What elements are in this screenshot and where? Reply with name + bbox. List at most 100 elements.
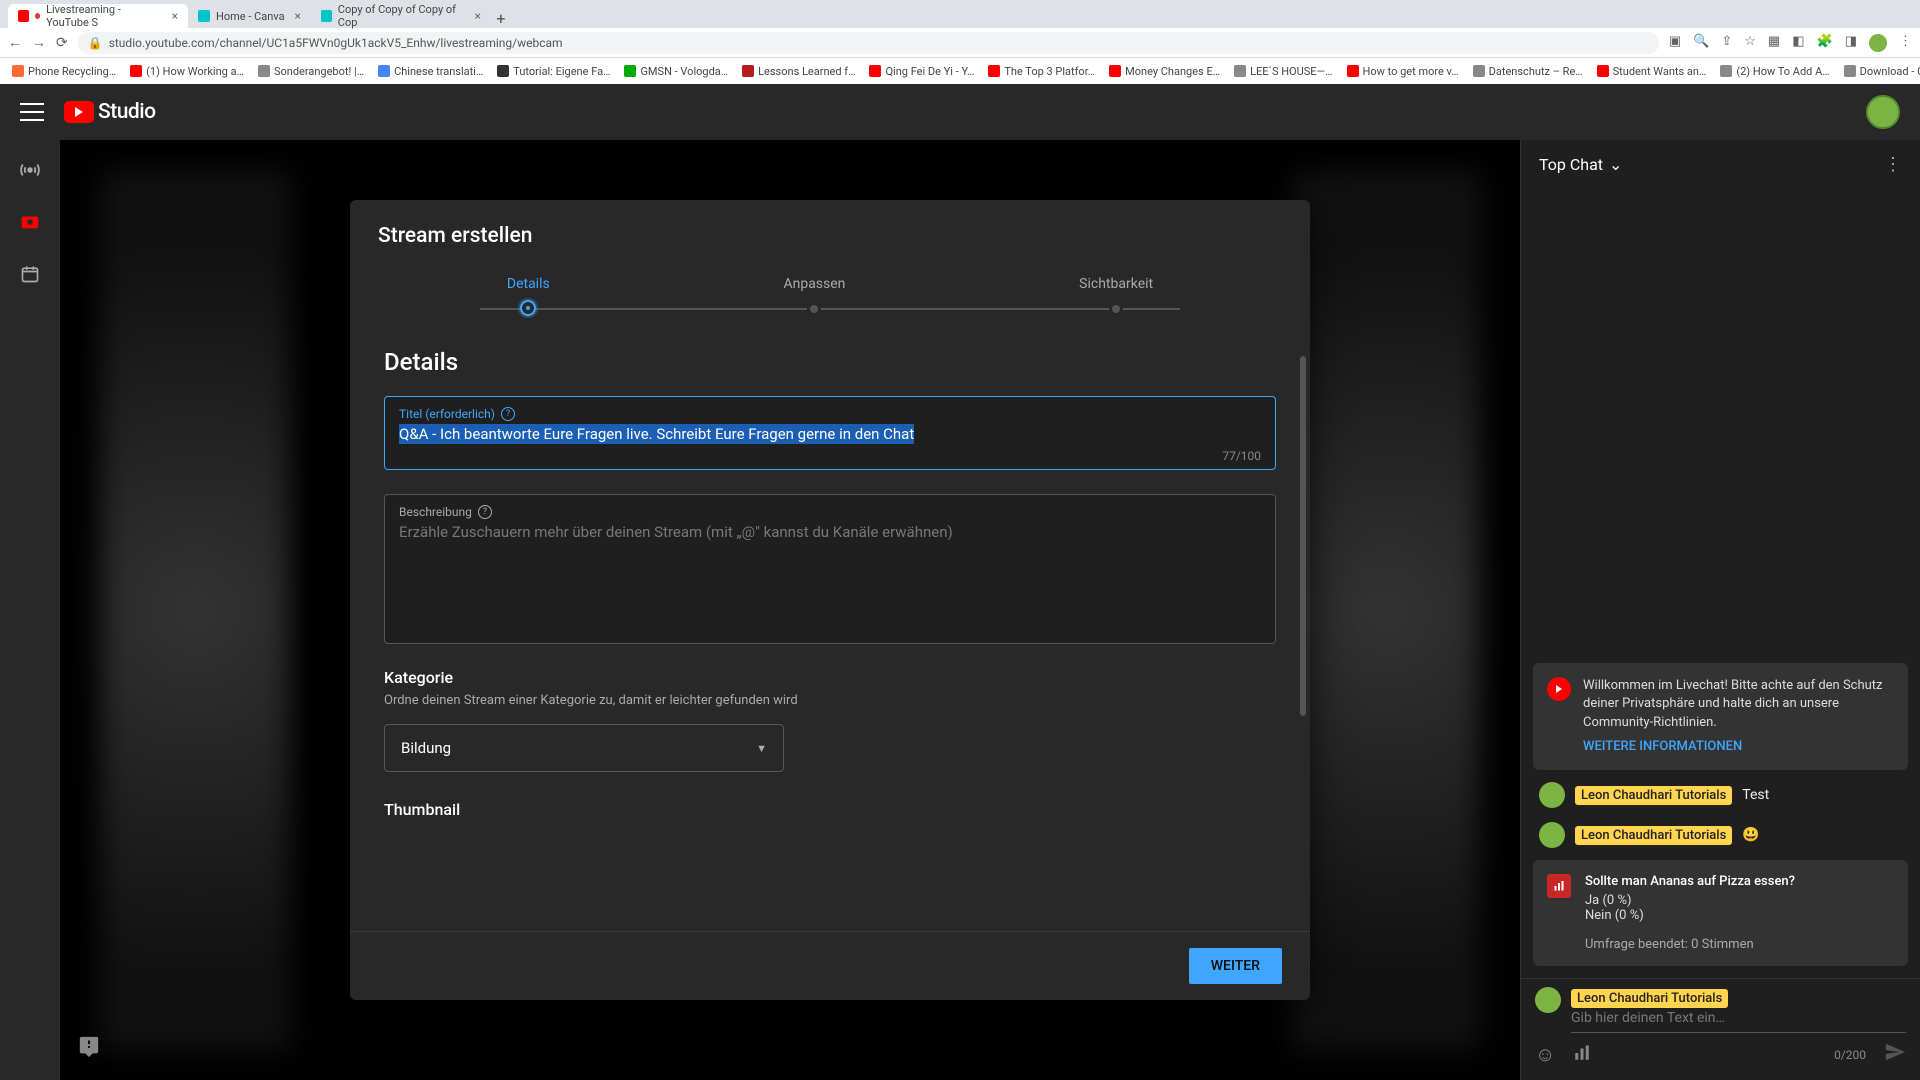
hamburger-menu-icon[interactable]	[20, 100, 44, 124]
bookmark-favicon	[1844, 65, 1856, 77]
author-chip[interactable]: Leon Chaudhari Tutorials	[1575, 786, 1732, 805]
description-field[interactable]: Beschreibung ? Erzähle Zuschauern mehr ü…	[384, 494, 1276, 644]
browser-tab[interactable]: Home - Canva ×	[188, 4, 311, 28]
feedback-icon[interactable]	[78, 1035, 100, 1062]
bookmark[interactable]: Sonderangebot! |…	[254, 65, 368, 78]
bookmark-favicon	[12, 65, 24, 77]
bookmark[interactable]: Tutorial: Eigene Fa…	[493, 65, 614, 78]
chat-more-icon[interactable]: ⋮	[1884, 154, 1902, 175]
bookmark[interactable]: How to get more v…	[1343, 65, 1463, 78]
scrollbar[interactable]	[1300, 356, 1306, 716]
close-icon[interactable]: ×	[475, 9, 481, 23]
menu-icon[interactable]: ⋮	[1899, 34, 1912, 52]
step-dot-icon	[522, 302, 534, 314]
camera-icon[interactable]: ▣	[1669, 34, 1681, 52]
chat-filter-dropdown[interactable]: Top Chat ⌄	[1539, 155, 1622, 174]
title-input[interactable]: Q&A - Ich beantworte Eure Fragen live. S…	[399, 421, 1261, 447]
bookmark[interactable]: Download - Cooki…	[1840, 65, 1920, 78]
author-chip[interactable]: Leon Chaudhari Tutorials	[1575, 826, 1732, 845]
bookmark[interactable]: Lessons Learned f…	[738, 65, 859, 78]
bookmarks-bar: Phone Recycling… (1) How Working a… Sond…	[0, 58, 1920, 84]
step-customize[interactable]: Anpassen	[783, 276, 845, 316]
bookmark[interactable]: Money Changes E…	[1105, 65, 1224, 78]
poll-icon[interactable]	[1573, 1043, 1591, 1067]
ext-icon[interactable]: ◧	[1792, 34, 1804, 52]
message-avatar[interactable]	[1539, 822, 1565, 848]
input-underline	[1571, 1032, 1906, 1033]
bookmark-favicon	[869, 65, 881, 77]
new-tab-button[interactable]: +	[491, 9, 511, 28]
message-text: Test	[1742, 787, 1769, 803]
bookmark[interactable]: Chinese translati…	[374, 65, 487, 78]
bookmark[interactable]: Phone Recycling…	[8, 65, 120, 78]
bookmark-favicon	[1597, 65, 1609, 77]
step-dot-icon	[1109, 302, 1123, 316]
user-avatar[interactable]	[1535, 987, 1561, 1013]
chat-welcome-card: Willkommen im Livechat! Bitte achte auf …	[1533, 663, 1908, 770]
bookmark-favicon	[1473, 65, 1485, 77]
help-icon[interactable]: ?	[478, 505, 492, 519]
star-icon[interactable]: ☆	[1744, 34, 1756, 52]
bookmark[interactable]: Qing Fei De Yi - Y…	[865, 65, 978, 78]
section-heading: Details	[384, 348, 1276, 376]
close-icon[interactable]: ×	[172, 9, 178, 23]
tab-title: Home - Canva	[216, 10, 285, 23]
bookmark[interactable]: GMSN - Vologda…	[620, 65, 732, 78]
title-field[interactable]: Titel (erforderlich) ? Q&A - Ich beantwo…	[384, 396, 1276, 470]
tab-favicon	[321, 10, 332, 22]
reload-button[interactable]: ⟳	[56, 35, 68, 51]
forward-button[interactable]: →	[32, 34, 46, 51]
bookmark-favicon	[1109, 65, 1121, 77]
poll-option: Nein (0 %)	[1585, 908, 1894, 923]
send-icon[interactable]	[1884, 1041, 1906, 1068]
webcam-icon[interactable]	[16, 208, 44, 236]
stream-icon[interactable]	[16, 156, 44, 184]
bookmark[interactable]: (1) How Working a…	[126, 65, 248, 78]
help-icon[interactable]: ?	[501, 407, 515, 421]
app-header: Studio	[0, 84, 1920, 140]
chat-input[interactable]: Gib hier deinen Text ein…	[1571, 1010, 1906, 1026]
youtube-studio-logo[interactable]: Studio	[64, 100, 156, 124]
sidepanel-icon[interactable]: ◨	[1845, 34, 1857, 52]
blurred-preview	[1290, 170, 1480, 1050]
calendar-icon[interactable]	[16, 260, 44, 288]
tab-title: Copy of Copy of Copy of Cop	[338, 3, 465, 29]
bookmark[interactable]: LEE´S HOUSE—…	[1230, 65, 1336, 78]
lock-icon: 🔒	[88, 36, 103, 50]
welcome-text: Willkommen im Livechat! Bitte achte auf …	[1583, 677, 1894, 732]
youtube-play-icon	[64, 101, 94, 123]
ext-icon[interactable]: ▦	[1768, 34, 1780, 52]
address-bar[interactable]: 🔒 studio.youtube.com/channel/UC1a5FWVn0g…	[78, 32, 1659, 54]
left-rail	[0, 140, 60, 1080]
step-visibility[interactable]: Sichtbarkeit	[1079, 276, 1153, 316]
extensions-icon[interactable]: 🧩	[1817, 34, 1833, 52]
bookmark[interactable]: Student Wants an…	[1593, 65, 1711, 78]
chat-message: Leon Chaudhari Tutorials 😃	[1533, 820, 1908, 850]
back-button[interactable]: ←	[8, 34, 22, 51]
emoji-picker-icon[interactable]: ☺	[1535, 1042, 1555, 1067]
zoom-icon[interactable]: 🔍	[1693, 34, 1709, 52]
category-hint: Ordne deinen Stream einer Kategorie zu, …	[384, 693, 1276, 708]
next-button[interactable]: WEITER	[1189, 948, 1282, 984]
description-placeholder: Erzähle Zuschauern mehr über deinen Stre…	[399, 519, 1261, 541]
close-icon[interactable]: ×	[295, 9, 301, 23]
chat-panel: Top Chat ⌄ ⋮ Willkommen im Livechat! Bit…	[1520, 140, 1920, 1080]
category-select[interactable]: Bildung ▼	[384, 724, 784, 772]
bookmark-favicon	[1234, 65, 1246, 77]
profile-avatar[interactable]	[1869, 34, 1887, 52]
share-icon[interactable]: ⇪	[1721, 34, 1732, 52]
user-avatar[interactable]	[1866, 95, 1900, 129]
message-avatar[interactable]	[1539, 782, 1565, 808]
bookmark[interactable]: Datenschutz – Re…	[1469, 65, 1587, 78]
browser-tab[interactable]: Copy of Copy of Copy of Cop ×	[311, 4, 491, 28]
bookmark-favicon	[1720, 65, 1732, 77]
poll-card: Sollte man Ananas auf Pizza essen? Ja (0…	[1533, 860, 1908, 966]
browser-tab-active[interactable]: Livestreaming - YouTube S ×	[8, 4, 188, 28]
more-info-link[interactable]: WEITERE INFORMATIONEN	[1583, 738, 1894, 756]
step-details[interactable]: Details	[507, 276, 550, 316]
bookmark[interactable]: (2) How To Add A…	[1716, 65, 1833, 78]
bookmark[interactable]: The Top 3 Platfor…	[984, 65, 1099, 78]
bookmark-favicon	[1347, 65, 1359, 77]
recording-dot-icon	[35, 13, 40, 19]
thumbnail-heading: Thumbnail	[384, 800, 1276, 819]
